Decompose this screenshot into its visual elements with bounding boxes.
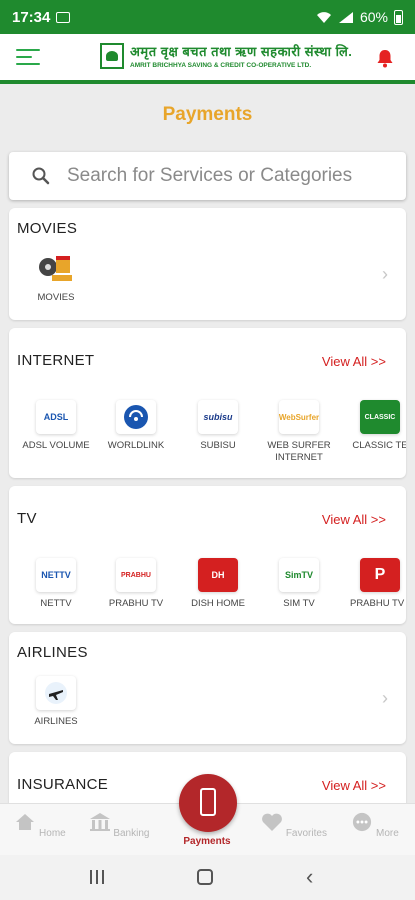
tile-prabhu-tv[interactable]: PRABHU PRABHU TV bbox=[99, 558, 173, 610]
tile-label: AIRLINES bbox=[34, 716, 78, 727]
section-title-tv: TV bbox=[17, 510, 37, 527]
menu-icon[interactable] bbox=[16, 49, 40, 67]
more-icon bbox=[353, 812, 372, 832]
chevron-right-icon[interactable]: › bbox=[382, 688, 388, 709]
tile-nettv[interactable]: NETTV NETTV bbox=[19, 558, 93, 610]
recents-icon[interactable] bbox=[90, 870, 104, 884]
tile-worldlink[interactable]: WORLDLINK bbox=[99, 400, 173, 452]
tile-label: SIM TV bbox=[283, 598, 315, 609]
status-bar: 17:34 60% bbox=[0, 0, 415, 34]
nav-label: Payments bbox=[183, 836, 231, 847]
view-all-insurance[interactable]: View All >> bbox=[322, 778, 386, 793]
bell-icon[interactable] bbox=[375, 48, 395, 68]
nav-label: Banking bbox=[113, 828, 150, 839]
search-bar[interactable]: Search for Services or Categories bbox=[9, 152, 406, 200]
payment-tap-icon bbox=[200, 788, 216, 816]
signal-icon bbox=[338, 11, 353, 23]
tile-label: NETTV bbox=[40, 598, 72, 609]
tree-logo-icon bbox=[100, 42, 124, 69]
tile-label: PRABHU TV bbox=[108, 598, 164, 609]
tile-subisu[interactable]: subisu SUBISU bbox=[181, 400, 255, 452]
tile-label: DISH HOME bbox=[191, 598, 245, 609]
airlines-card: AIRLINES AIRLINES › bbox=[9, 632, 406, 744]
app-bar: अमृत वृक्ष बचत तथा ऋण सहकारी संस्था लि. … bbox=[0, 34, 415, 84]
back-icon[interactable]: ‹ bbox=[306, 864, 313, 890]
section-title-movies: MOVIES bbox=[17, 220, 78, 237]
tile-label: WORLDLINK bbox=[107, 440, 165, 451]
brand-logo: अमृत वृक्ष बचत तथा ऋण सहकारी संस्था लि. … bbox=[100, 42, 352, 69]
tile-label: PRABHU TV - bbox=[349, 598, 406, 609]
view-all-internet[interactable]: View All >> bbox=[322, 354, 386, 369]
tv-card: TV View All >> NETTV NETTV PRABHU PRABHU… bbox=[9, 486, 406, 624]
nav-banking[interactable]: Banking bbox=[84, 812, 154, 839]
nav-more[interactable]: More bbox=[340, 812, 410, 839]
gallery-icon bbox=[56, 11, 71, 23]
status-time: 17:34 bbox=[12, 8, 51, 26]
payments-fab[interactable] bbox=[179, 774, 237, 832]
search-icon bbox=[32, 167, 50, 185]
nav-label: More bbox=[375, 828, 399, 839]
tile-web-surfer[interactable]: WebSurfer WEB SURFER INTERNET bbox=[262, 400, 336, 464]
home-icon bbox=[16, 814, 35, 830]
worldlink-logo-icon bbox=[116, 400, 156, 434]
tile-classic-tech[interactable]: CLASSIC CLASSIC TE bbox=[343, 400, 406, 452]
airplane-icon bbox=[36, 676, 76, 710]
tile-label: SUBISU bbox=[200, 440, 236, 451]
tile-label: MOVIES bbox=[37, 292, 75, 303]
nav-favorites[interactable]: Favorites bbox=[259, 812, 329, 839]
movie-reel-icon bbox=[36, 252, 76, 286]
dishhome-logo-icon: DH bbox=[198, 558, 238, 592]
nav-home[interactable]: Home bbox=[5, 812, 75, 839]
search-input[interactable]: Search for Services or Categories bbox=[67, 165, 352, 187]
tile-airlines[interactable]: AIRLINES bbox=[19, 676, 93, 728]
battery-icon bbox=[394, 9, 403, 25]
home-button-icon[interactable] bbox=[197, 869, 213, 885]
wifi-icon bbox=[316, 11, 331, 23]
classic-logo-icon: CLASSIC bbox=[360, 400, 400, 434]
battery-percent: 60% bbox=[359, 9, 388, 25]
tile-label: CLASSIC TE bbox=[352, 440, 406, 451]
system-nav-bar: ‹ bbox=[0, 855, 415, 900]
adsl-logo-icon: ADSL bbox=[36, 400, 76, 434]
section-title-airlines: AIRLINES bbox=[17, 644, 88, 661]
subisu-logo-icon: subisu bbox=[198, 400, 238, 434]
internet-card: INTERNET View All >> ADSL ADSL VOLUME WO… bbox=[9, 328, 406, 478]
heart-icon bbox=[262, 813, 282, 831]
page-title: Payments bbox=[162, 104, 253, 125]
nettv-logo-icon: NETTV bbox=[36, 558, 76, 592]
movies-card: MOVIES MOVIES › bbox=[9, 208, 406, 320]
tile-dish-home[interactable]: DH DISH HOME bbox=[181, 558, 255, 610]
websurfer-logo-icon: WebSurfer bbox=[279, 400, 319, 434]
bank-icon bbox=[89, 813, 110, 831]
status-right: 60% bbox=[316, 9, 403, 25]
nav-payments[interactable]: Payments bbox=[172, 836, 242, 847]
prabhu-logo-icon: PRABHU bbox=[116, 558, 156, 592]
tile-sim-tv[interactable]: SimTV SIM TV bbox=[262, 558, 336, 610]
tile-label: WEB SURFER INTERNET bbox=[267, 440, 331, 463]
section-title-insurance: INSURANCE bbox=[17, 776, 109, 793]
prabhu-p-logo-icon: P bbox=[360, 558, 400, 592]
tile-adsl-volume[interactable]: ADSL ADSL VOLUME bbox=[19, 400, 93, 452]
tile-movies[interactable]: MOVIES bbox=[19, 252, 93, 304]
brand-name-nepali: अमृत वृक्ष बचत तथा ऋण सहकारी संस्था लि. bbox=[130, 44, 353, 59]
section-title-internet: INTERNET bbox=[17, 352, 95, 369]
simtv-logo-icon: SimTV bbox=[279, 558, 319, 592]
brand-name-english: AMRIT BRICHHYA SAVING & CREDIT CO-OPERAT… bbox=[130, 62, 312, 69]
tile-prabhu-tv-2[interactable]: P PRABHU TV - bbox=[343, 558, 406, 610]
nav-label: Favorites bbox=[285, 828, 327, 839]
tile-label: ADSL VOLUME bbox=[22, 440, 90, 451]
view-all-tv[interactable]: View All >> bbox=[322, 512, 386, 527]
chevron-right-icon[interactable]: › bbox=[382, 264, 388, 285]
nav-label: Home bbox=[39, 828, 66, 839]
